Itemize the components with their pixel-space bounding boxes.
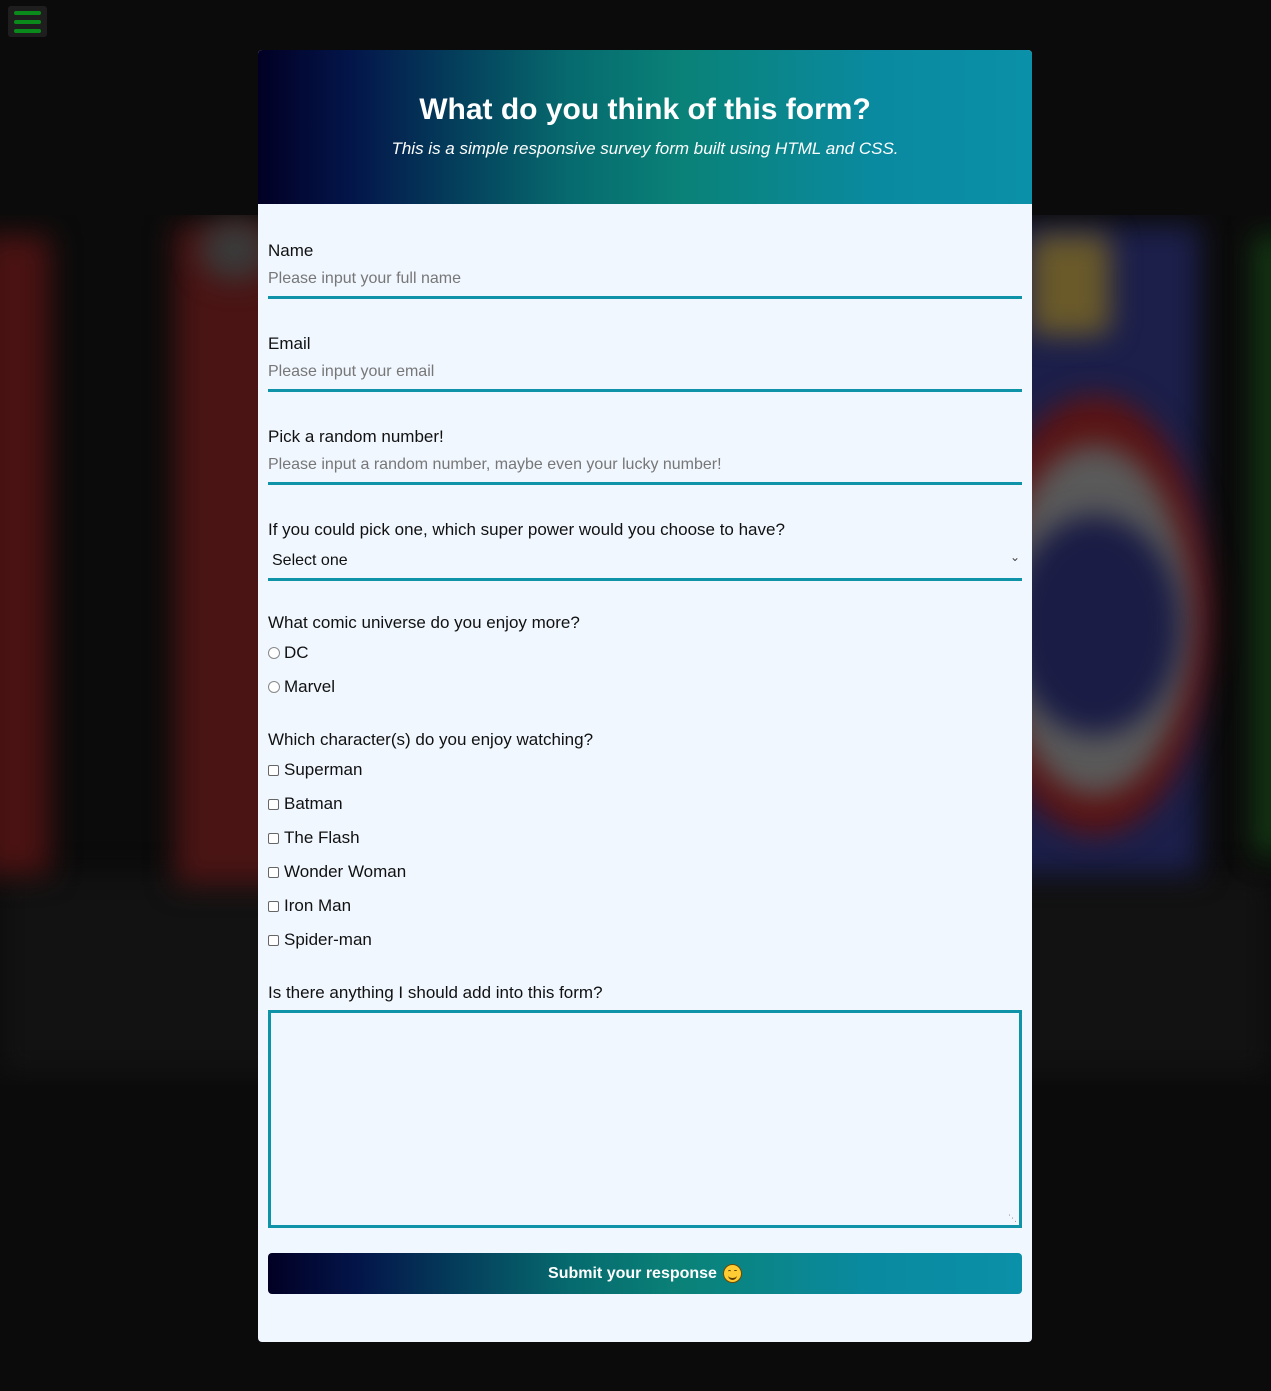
- form-description: This is a simple responsive survey form …: [391, 139, 899, 158]
- superpower-selected-value: Select one: [272, 552, 348, 569]
- checkbox[interactable]: [268, 900, 279, 912]
- resize-handle-icon[interactable]: ⋱: [1008, 1214, 1017, 1223]
- character-option-label: Superman: [284, 760, 363, 779]
- universe-option-label: Marvel: [284, 677, 336, 696]
- smiling-face-emoji-icon: [722, 1264, 742, 1283]
- comments-textarea[interactable]: ⋱: [268, 1010, 1022, 1228]
- universe-option-marvel[interactable]: Marvel: [268, 670, 1022, 704]
- email-label: Email: [268, 334, 311, 353]
- character-option-label: Batman: [284, 794, 343, 813]
- character-option-the-flash[interactable]: The Flash: [268, 821, 1022, 855]
- hamburger-menu-icon[interactable]: [8, 6, 47, 37]
- superpower-label: If you could pick one, which super power…: [268, 520, 785, 539]
- universe-option-dc[interactable]: DC: [268, 636, 1022, 670]
- survey-form-card: What do you think of this form? This is …: [258, 50, 1032, 1342]
- universe-label: What comic universe do you enjoy more?: [268, 613, 580, 632]
- character-option-label: The Flash: [284, 828, 360, 847]
- form-header: What do you think of this form? This is …: [258, 50, 1032, 204]
- character-option-spider-man[interactable]: Spider-man: [268, 923, 1022, 957]
- checkbox[interactable]: [268, 832, 279, 844]
- number-label: Pick a random number!: [268, 427, 444, 446]
- page-title: What do you think of this form?: [419, 93, 871, 126]
- name-label: Name: [268, 241, 314, 260]
- character-option-label: Iron Man: [284, 896, 352, 915]
- chevron-down-icon: ⌄: [1009, 550, 1020, 564]
- character-option-wonder-woman[interactable]: Wonder Woman: [268, 855, 1022, 889]
- comments-label: Is there anything I should add into this…: [268, 983, 603, 1002]
- checkbox[interactable]: [268, 764, 279, 776]
- character-option-label: Wonder Woman: [284, 862, 407, 881]
- submit-button[interactable]: Submit your response: [268, 1253, 1022, 1294]
- survey-form: Name Email Pick a random number! If you …: [258, 204, 1032, 1294]
- character-option-iron-man[interactable]: Iron Man: [268, 889, 1022, 923]
- radio-button[interactable]: [268, 647, 280, 659]
- superpower-dropdown[interactable]: Select one ⌄: [268, 541, 1022, 581]
- number-field[interactable]: [268, 448, 1022, 485]
- character-option-superman[interactable]: Superman: [268, 753, 1022, 787]
- universe-option-label: DC: [284, 643, 309, 662]
- characters-label: Which character(s) do you enjoy watching…: [268, 730, 594, 749]
- character-option-batman[interactable]: Batman: [268, 787, 1022, 821]
- submit-button-label: Submit your response: [548, 1264, 717, 1282]
- radio-button[interactable]: [268, 681, 280, 693]
- character-option-label: Spider-man: [284, 930, 372, 949]
- email-field[interactable]: [268, 355, 1022, 392]
- name-field[interactable]: [268, 262, 1022, 299]
- checkbox[interactable]: [268, 934, 279, 946]
- checkbox[interactable]: [268, 798, 279, 810]
- checkbox[interactable]: [268, 866, 279, 878]
